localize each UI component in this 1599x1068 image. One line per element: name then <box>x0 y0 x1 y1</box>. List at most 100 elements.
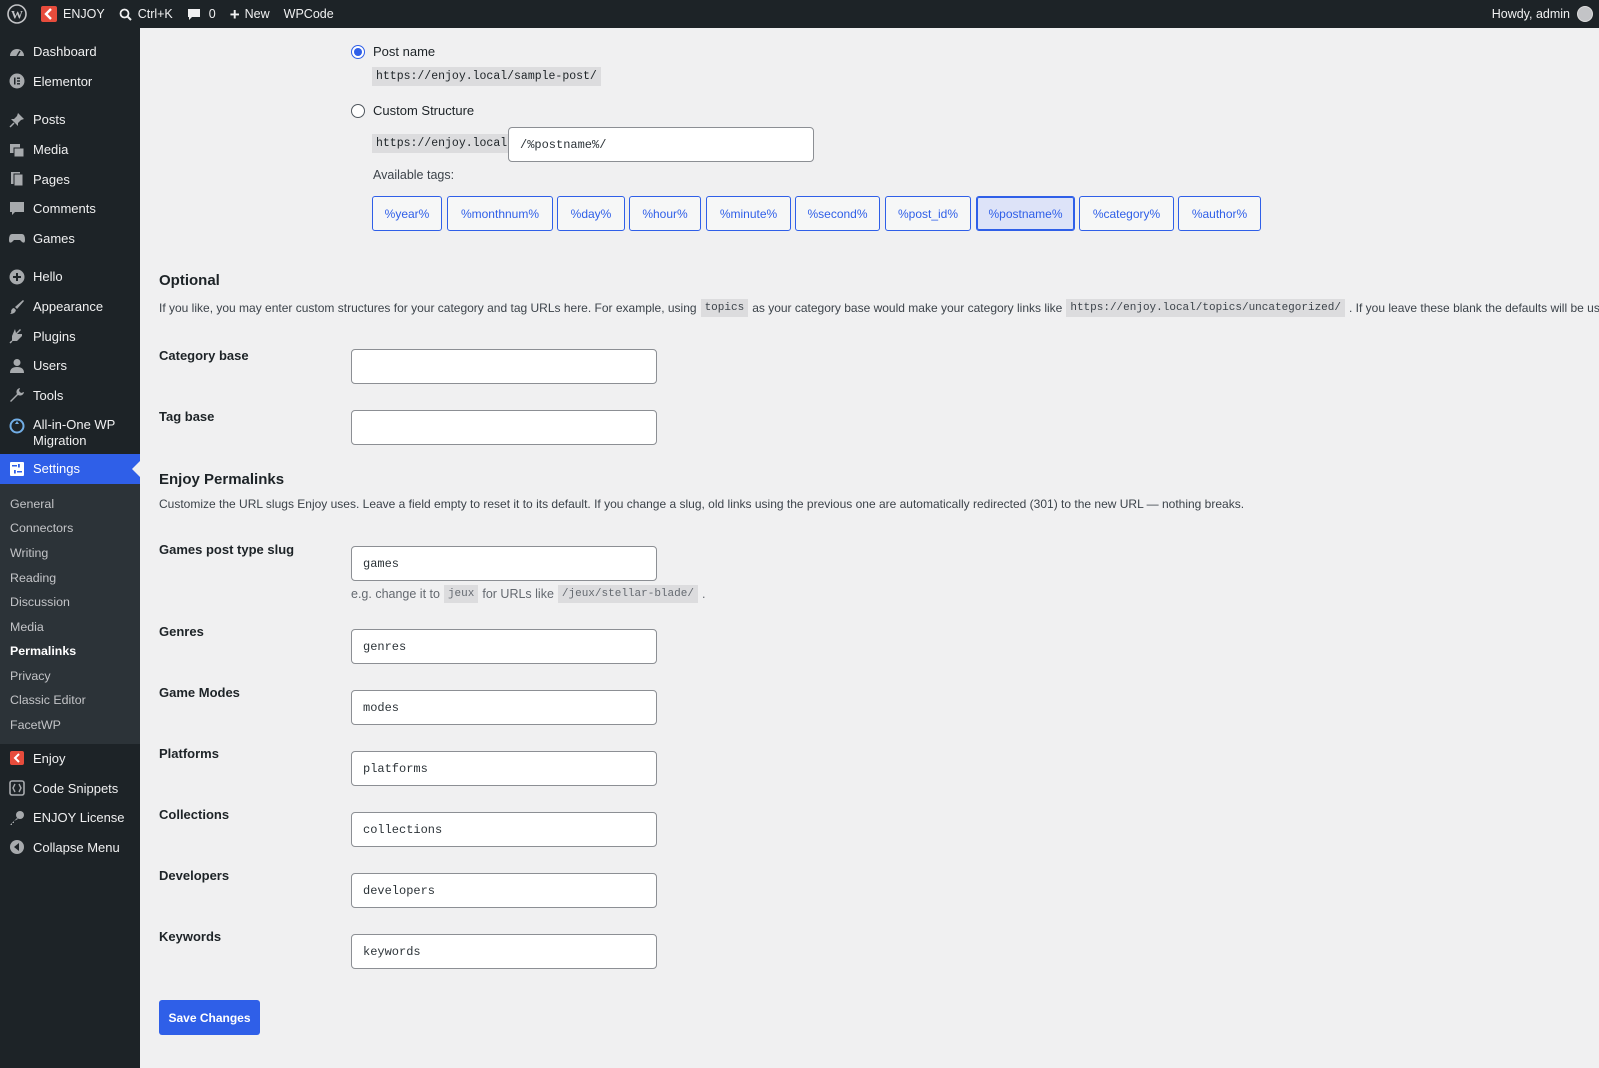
tag-button-second[interactable]: %second% <box>795 196 880 231</box>
category-base-input[interactable] <box>351 349 657 384</box>
menu-posts[interactable]: Posts <box>0 105 140 135</box>
tag-button-hour[interactable]: %hour% <box>629 196 701 231</box>
media-icon <box>9 142 25 158</box>
enjoy-permalinks-description: Customize the URL slugs Enjoy uses. Leav… <box>159 497 1245 511</box>
brush-icon <box>9 299 25 315</box>
enjoy-permalinks-heading: Enjoy Permalinks <box>159 471 285 488</box>
tag-button-post-id[interactable]: %post_id% <box>885 196 971 231</box>
menu-hello[interactable]: Hello <box>0 262 140 292</box>
submenu-media[interactable]: Media <box>0 615 140 640</box>
custom-structure-radio[interactable] <box>351 103 365 118</box>
collections-input[interactable]: collections <box>351 812 657 847</box>
search-shortcut[interactable]: Ctrl+K <box>112 0 180 28</box>
submenu-permalinks[interactable]: Permalinks <box>0 639 140 664</box>
tag-base-label: Tag base <box>159 409 215 424</box>
hint-code: /jeux/stellar-blade/ <box>557 585 698 603</box>
svg-text:W: W <box>11 8 23 22</box>
new-label: New <box>244 7 270 21</box>
hint-code: jeux <box>443 585 479 603</box>
optional-heading: Optional <box>159 272 220 289</box>
key-icon <box>9 810 25 826</box>
menu-settings[interactable]: Settings <box>0 454 140 484</box>
hint-text: e.g. change it to <box>351 587 440 601</box>
wpcode-link[interactable]: WPCode <box>277 0 341 28</box>
menu-label: Enjoy <box>33 750 66 766</box>
post-name-radio[interactable] <box>351 44 365 59</box>
tag-base-input[interactable] <box>351 410 657 445</box>
search-icon <box>119 8 132 21</box>
elementor-icon <box>9 73 25 89</box>
menu-label: Games <box>33 230 75 246</box>
submenu-connectors[interactable]: Connectors <box>0 516 140 541</box>
menu-enjoy-license[interactable]: ENJOY License <box>0 803 140 833</box>
comments-link[interactable]: 0 <box>180 0 223 28</box>
submenu-privacy[interactable]: Privacy <box>0 664 140 689</box>
submenu-discussion[interactable]: Discussion <box>0 590 140 615</box>
menu-appearance[interactable]: Appearance <box>0 292 140 322</box>
search-shortcut-label: Ctrl+K <box>137 7 173 21</box>
menu-label: Comments <box>33 201 96 217</box>
menu-code-snippets[interactable]: Code Snippets <box>0 773 140 803</box>
submenu-writing[interactable]: Writing <box>0 541 140 566</box>
tag-button-day[interactable]: %day% <box>557 196 625 231</box>
comments-count: 0 <box>208 7 216 21</box>
category-base-label: Category base <box>159 348 249 363</box>
submenu-reading[interactable]: Reading <box>0 566 140 591</box>
migration-icon <box>9 418 25 434</box>
menu-label: Posts <box>33 112 66 128</box>
menu-media[interactable]: Media <box>0 135 140 165</box>
enjoy-icon <box>9 750 25 766</box>
menu-pages[interactable]: Pages <box>0 164 140 194</box>
menu-label: Collapse Menu <box>33 839 120 855</box>
tag-button-author[interactable]: %author% <box>1178 196 1261 231</box>
menu-tools[interactable]: Tools <box>0 381 140 411</box>
tag-button-postname[interactable]: %postname% <box>976 196 1075 231</box>
plug-icon <box>9 328 25 344</box>
tag-button-category[interactable]: %category% <box>1079 196 1174 231</box>
post-name-example: https://enjoy.local/sample-post/ <box>372 67 601 86</box>
tag-button-year[interactable]: %year% <box>372 196 442 231</box>
game-modes-input[interactable]: modes <box>351 690 657 725</box>
new-content-link[interactable]: + New <box>223 0 277 28</box>
avatar <box>1577 6 1593 22</box>
developers-input[interactable]: developers <box>351 873 657 908</box>
howdy-text: Howdy, admin <box>1491 7 1570 21</box>
tag-button-monthnum[interactable]: %monthnum% <box>447 196 553 231</box>
submenu-general[interactable]: General <box>0 492 140 517</box>
keywords-input[interactable]: keywords <box>351 934 657 969</box>
gamepad-icon <box>9 230 25 246</box>
account-menu[interactable]: Howdy, admin <box>1492 0 1593 28</box>
menu-elementor[interactable]: Elementor <box>0 67 140 97</box>
menu-label: Appearance <box>33 299 104 315</box>
menu-enjoy[interactable]: Enjoy <box>0 744 140 774</box>
optional-desc-text: as your category base would make your ca… <box>752 301 1063 315</box>
optional-desc-code: https://enjoy.local/topics/uncategorized… <box>1066 299 1345 317</box>
custom-structure-option[interactable]: Custom Structure <box>351 103 474 118</box>
submenu-classic-editor[interactable]: Classic Editor <box>0 688 140 713</box>
site-name-link[interactable]: ENJOY <box>34 0 112 28</box>
custom-structure-input[interactable]: /%postname%/ <box>508 127 814 162</box>
collapse-icon <box>9 839 25 855</box>
post-name-option[interactable]: Post name <box>351 44 435 59</box>
optional-desc-text: If you like, you may enter custom struct… <box>159 301 697 315</box>
menu-plugins[interactable]: Plugins <box>0 321 140 351</box>
menu-comments[interactable]: Comments <box>0 194 140 224</box>
games-slug-input[interactable]: games <box>351 546 657 581</box>
submenu-facetwp[interactable]: FacetWP <box>0 713 140 738</box>
menu-label: Users <box>33 358 67 374</box>
collapse-menu-button[interactable]: Collapse Menu <box>0 832 140 862</box>
menu-all-in-one-wp-migration[interactable]: All-in-One WP Migration <box>0 410 140 454</box>
menu-users[interactable]: Users <box>0 351 140 381</box>
platforms-label: Platforms <box>159 746 219 761</box>
menu-label: Plugins <box>33 328 76 344</box>
save-changes-button[interactable]: Save Changes <box>159 1000 260 1035</box>
custom-structure-prefix: https://enjoy.local <box>372 134 512 153</box>
platforms-input[interactable]: platforms <box>351 751 657 786</box>
wordpress-logo-icon[interactable]: W <box>0 0 34 28</box>
snippets-icon <box>9 780 25 796</box>
tag-button-minute[interactable]: %minute% <box>706 196 791 231</box>
genres-input[interactable]: genres <box>351 629 657 664</box>
menu-games[interactable]: Games <box>0 224 140 254</box>
menu-dashboard[interactable]: Dashboard <box>0 37 140 67</box>
hint-text: for URLs like <box>482 587 554 601</box>
